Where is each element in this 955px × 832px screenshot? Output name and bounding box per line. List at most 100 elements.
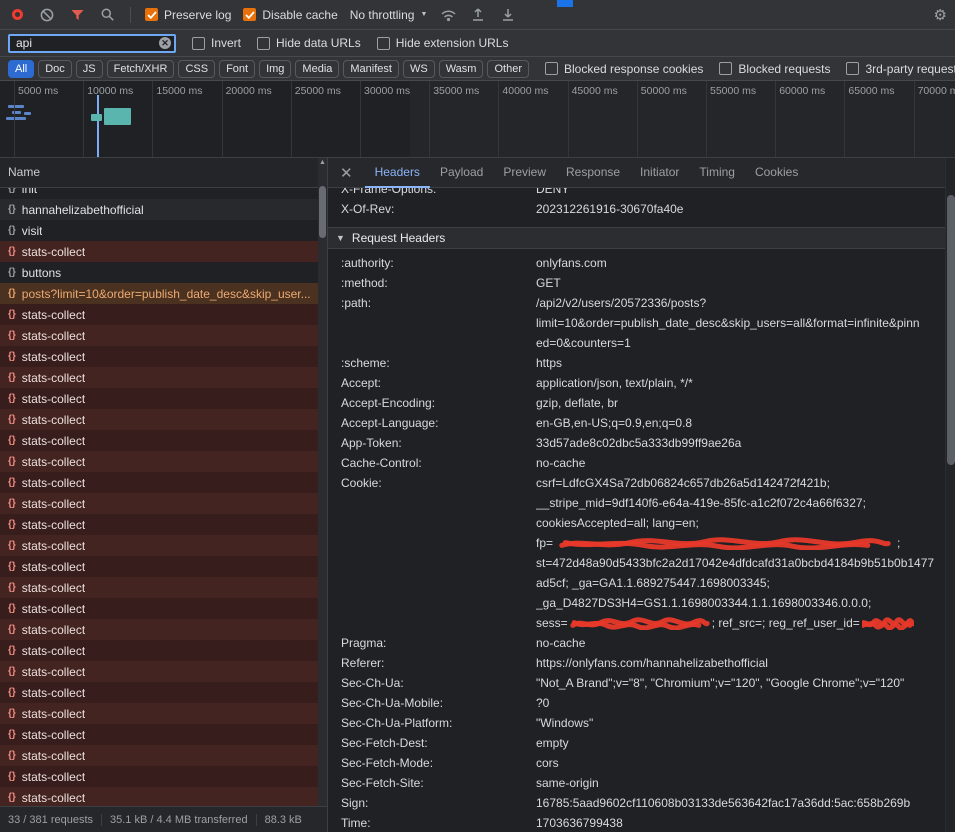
header-value: csrf=LdfcGX4Sa72db06824c657db26a5d142472…	[536, 473, 945, 633]
name-column-header[interactable]: Name	[0, 158, 318, 188]
chip-manifest[interactable]: Manifest	[343, 60, 399, 78]
request-row[interactable]: {}stats-collect	[0, 367, 318, 388]
clear-button[interactable]	[38, 6, 56, 24]
scrollbar-thumb[interactable]	[947, 195, 955, 465]
request-row[interactable]: {}stats-collect	[0, 451, 318, 472]
tab-headers[interactable]: Headers	[365, 158, 430, 188]
request-row[interactable]: {}stats-collect	[0, 535, 318, 556]
timeline-overview[interactable]: 5000 ms10000 ms15000 ms20000 ms25000 ms3…	[0, 81, 955, 158]
json-file-icon: {}	[8, 519, 16, 530]
tab-initiator[interactable]: Initiator	[630, 158, 689, 188]
request-row[interactable]: {}stats-collect	[0, 745, 318, 766]
request-details-pane: ✕ HeadersPayloadPreviewResponseInitiator…	[327, 158, 945, 832]
request-name: stats-collect	[22, 707, 85, 721]
request-row[interactable]: {}stats-collect	[0, 682, 318, 703]
header-row: Cookie:csrf=LdfcGX4Sa72db06824c657db26a5…	[328, 473, 945, 633]
header-row: :path:/api2/v2/users/20572336/posts?limi…	[328, 293, 945, 353]
timeline-gridline	[14, 81, 15, 157]
chip-ws[interactable]: WS	[403, 60, 435, 78]
request-name: stats-collect	[22, 728, 85, 742]
clear-filter-icon[interactable]: ✕	[159, 37, 171, 49]
filter-input[interactable]	[8, 34, 176, 53]
request-list-scrollbar[interactable]: ▲	[318, 158, 327, 806]
tab-timing[interactable]: Timing	[689, 158, 745, 188]
request-row[interactable]: {}stats-collect	[0, 430, 318, 451]
header-name: Accept-Encoding:	[341, 393, 536, 413]
request-row[interactable]: {}stats-collect	[0, 388, 318, 409]
throttling-select[interactable]: No throttling ▼	[350, 8, 428, 22]
timeline-gridline	[775, 81, 776, 157]
request-row[interactable]: {}stats-collect	[0, 766, 318, 787]
header-row: Sec-Fetch-Mode:cors	[328, 753, 945, 773]
chip-wasm[interactable]: Wasm	[439, 60, 484, 78]
chip-font[interactable]: Font	[219, 60, 255, 78]
request-row[interactable]: {}hannahelizabethofficial	[0, 199, 318, 220]
request-name: stats-collect	[22, 350, 85, 364]
header-row: Referer:https://onlyfans.com/hannaheliza…	[328, 653, 945, 673]
chip-img[interactable]: Img	[259, 60, 291, 78]
scrollbar-thumb[interactable]	[319, 186, 326, 238]
request-row[interactable]: {}stats-collect	[0, 598, 318, 619]
request-row[interactable]: {}stats-collect	[0, 493, 318, 514]
checkbox-box	[145, 8, 158, 21]
request-headers-section[interactable]: ▼Request Headers	[328, 227, 945, 249]
import-har-button[interactable]	[499, 6, 517, 24]
settings-gear-icon[interactable]: ⚙	[934, 6, 947, 24]
chip-fetch-xhr[interactable]: Fetch/XHR	[107, 60, 175, 78]
request-row[interactable]: {}visit	[0, 220, 318, 241]
chip-js[interactable]: JS	[76, 60, 103, 78]
json-file-icon: {}	[8, 204, 16, 215]
timeline-gridline	[360, 81, 361, 157]
request-row[interactable]: {}stats-collect	[0, 577, 318, 598]
blocked-response-cookies-checkbox[interactable]: Blocked response cookies	[545, 62, 703, 76]
request-row[interactable]: {} stats-collect	[0, 703, 318, 724]
request-row[interactable]: {}stats-collect	[0, 472, 318, 493]
chip-other[interactable]: Other	[487, 60, 529, 78]
export-har-button[interactable]	[469, 6, 487, 24]
request-row[interactable]: {}stats-collect	[0, 325, 318, 346]
tab-cookies[interactable]: Cookies	[745, 158, 808, 188]
tab-response[interactable]: Response	[556, 158, 630, 188]
request-name: stats-collect	[22, 686, 85, 700]
request-row[interactable]: {}init	[0, 188, 318, 199]
request-row[interactable]: {}stats-collect	[0, 661, 318, 682]
request-row[interactable]: {}stats-collect	[0, 304, 318, 325]
request-row[interactable]: {}stats-collect	[0, 787, 318, 806]
chip-doc[interactable]: Doc	[38, 60, 72, 78]
request-row[interactable]: {}stats-collect	[0, 409, 318, 430]
request-row[interactable]: {}buttons	[0, 262, 318, 283]
hide-data-urls-checkbox[interactable]: Hide data URLs	[257, 36, 361, 50]
chip-css[interactable]: CSS	[178, 60, 215, 78]
request-row[interactable]: {}stats-collect	[0, 724, 318, 745]
tab-payload[interactable]: Payload	[430, 158, 493, 188]
scroll-up-arrow-icon[interactable]: ▲	[318, 159, 327, 166]
preserve-log-checkbox[interactable]: Preserve log	[145, 8, 231, 22]
request-name: stats-collect	[22, 413, 85, 427]
devtools-network-panel: Preserve log Disable cache No throttling…	[0, 0, 955, 832]
blocked-requests-checkbox[interactable]: Blocked requests	[719, 62, 830, 76]
request-row[interactable]: {}stats-collect	[0, 640, 318, 661]
chip-all[interactable]: All	[8, 60, 34, 78]
json-file-icon: {}	[8, 708, 16, 719]
chip-media[interactable]: Media	[295, 60, 339, 78]
request-row[interactable]: {}posts?limit=10&order=publish_date_desc…	[0, 283, 318, 304]
disable-cache-checkbox[interactable]: Disable cache	[243, 8, 337, 22]
request-row[interactable]: {}stats-collect	[0, 619, 318, 640]
timeline-tick-label: 15000 ms	[156, 85, 202, 97]
header-row: Sec-Ch-Ua:"Not_A Brand";v="8", "Chromium…	[328, 673, 945, 693]
invert-checkbox[interactable]: Invert	[192, 36, 241, 50]
search-button[interactable]	[98, 6, 116, 24]
record-button[interactable]	[8, 6, 26, 24]
tab-preview[interactable]: Preview	[493, 158, 556, 188]
filter-toggle-button[interactable]	[68, 6, 86, 24]
request-row[interactable]: {}stats-collect	[0, 556, 318, 577]
details-scrollbar[interactable]	[945, 158, 955, 832]
request-row[interactable]: {}stats-collect	[0, 346, 318, 367]
request-row[interactable]: {}stats-collect	[0, 514, 318, 535]
network-conditions-button[interactable]	[439, 6, 457, 24]
third-party-requests-checkbox[interactable]: 3rd-party requests	[846, 62, 955, 76]
request-row[interactable]: {}stats-collect	[0, 241, 318, 262]
detail-tabbar: ✕ HeadersPayloadPreviewResponseInitiator…	[328, 158, 945, 188]
close-details-icon[interactable]: ✕	[328, 164, 365, 182]
hide-extension-urls-checkbox[interactable]: Hide extension URLs	[377, 36, 509, 50]
